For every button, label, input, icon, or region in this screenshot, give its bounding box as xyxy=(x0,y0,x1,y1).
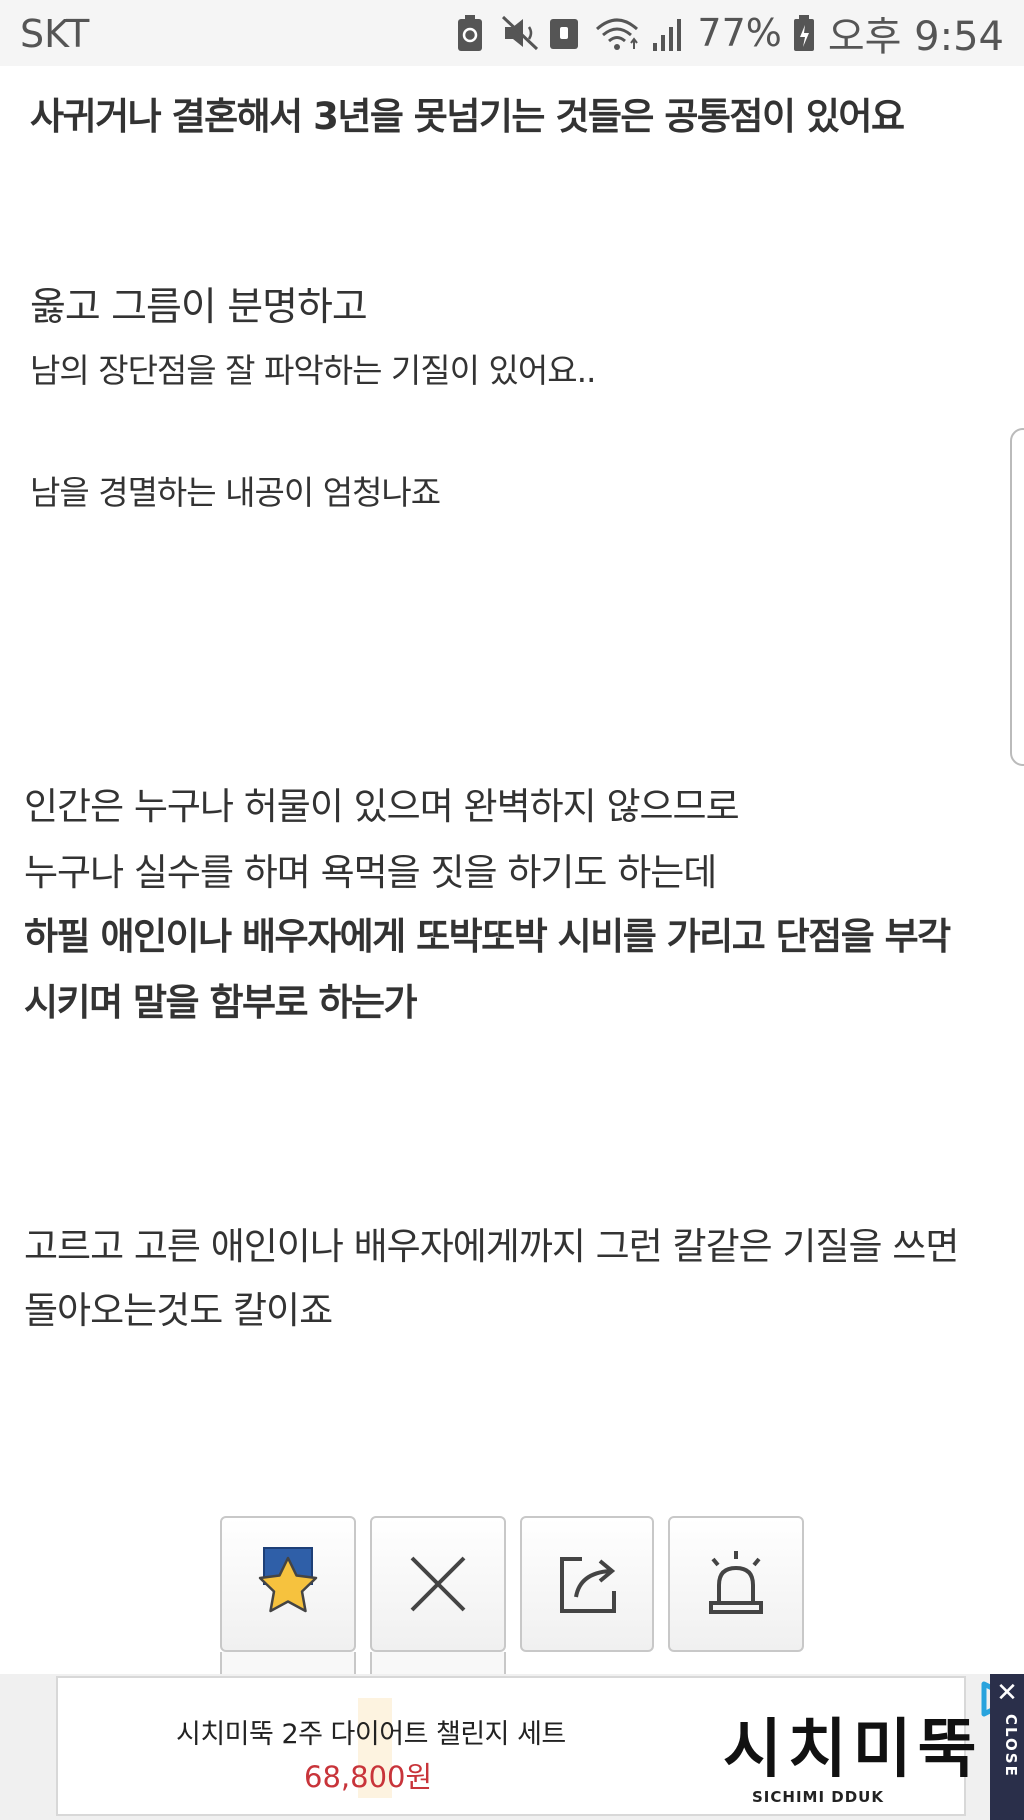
report-button[interactable] xyxy=(668,1516,804,1652)
ad-price: 68,800원 xyxy=(304,1760,433,1794)
ad-close-button[interactable]: ✕ CLOSE xyxy=(990,1674,1024,1820)
ad-close-label: CLOSE xyxy=(1002,1714,1020,1778)
paragraph-line: 남을 경멸하는 내공이 엄청나죠 xyxy=(30,473,441,512)
ad-banner[interactable]: 시치미뚝 2주 다이어트 챌린지 세트 68,800원 시치미뚝 SICHIMI… xyxy=(0,1674,1024,1820)
brand-logo: 시치미뚝 xyxy=(723,1713,983,1787)
x-icon xyxy=(406,1552,470,1616)
wifi-icon xyxy=(593,13,641,53)
paragraph-bold-line: 시키며 말을 함부로 하는가 xyxy=(24,981,418,1024)
secure-folder-icon xyxy=(547,13,583,53)
battery-percent: 77% xyxy=(697,11,782,55)
paragraph-line: 남의 장단점을 잘 파악하는 기질이 있어요.. xyxy=(30,351,597,390)
paragraph-line: 돌아오는것도 칼이죠 xyxy=(24,1289,333,1332)
article-heading: 사귀거나 결혼해서 3년을 못넘기는 것들은 공통점이 있어요 xyxy=(30,95,905,138)
carrier-label: SKT xyxy=(20,12,90,56)
signal-icon xyxy=(651,13,687,53)
close-icon: ✕ xyxy=(996,1678,1018,1708)
close-button[interactable] xyxy=(370,1516,506,1652)
brand-logo-sub: SICHIMI DDUK xyxy=(752,1788,884,1806)
ad-content[interactable]: 시치미뚝 2주 다이어트 챌린지 세트 68,800원 시치미뚝 SICHIMI… xyxy=(56,1676,1017,1816)
share-icon xyxy=(554,1551,620,1617)
paragraph-line: 누구나 실수를 하며 욕먹을 짓을 하기도 하는데 xyxy=(24,851,717,894)
paragraph-line: 고르고 고른 애인이나 배우자에게까지 그런 칼같은 기질을 쓰면 xyxy=(24,1225,959,1268)
siren-icon xyxy=(701,1549,771,1619)
favorite-button[interactable] xyxy=(220,1516,356,1652)
battery-icon xyxy=(792,13,818,53)
paragraph-bold-line: 하필 애인이나 배우자에게 또박또박 시비를 가리고 단점을 부각 xyxy=(24,915,951,958)
status-bar: SKT 77% 오후 9:54 xyxy=(0,0,1024,66)
article-actions xyxy=(0,1516,1024,1682)
clock: 오후 9:54 xyxy=(827,14,1004,60)
recycle-battery-icon xyxy=(455,13,491,53)
paragraph-line: 인간은 누구나 허물이 있으며 완벽하지 않으므로 xyxy=(24,785,740,828)
ad-title: 시치미뚝 2주 다이어트 챌린지 세트 xyxy=(176,1719,566,1750)
scrollbar-handle[interactable] xyxy=(1010,428,1024,766)
paragraph-line: 옳고 그름이 분명하고 xyxy=(30,285,368,330)
share-button[interactable] xyxy=(520,1516,654,1652)
mute-icon xyxy=(501,13,539,53)
status-icons: 77% 오후 9:54 xyxy=(455,10,1004,60)
star-icon xyxy=(250,1544,326,1624)
